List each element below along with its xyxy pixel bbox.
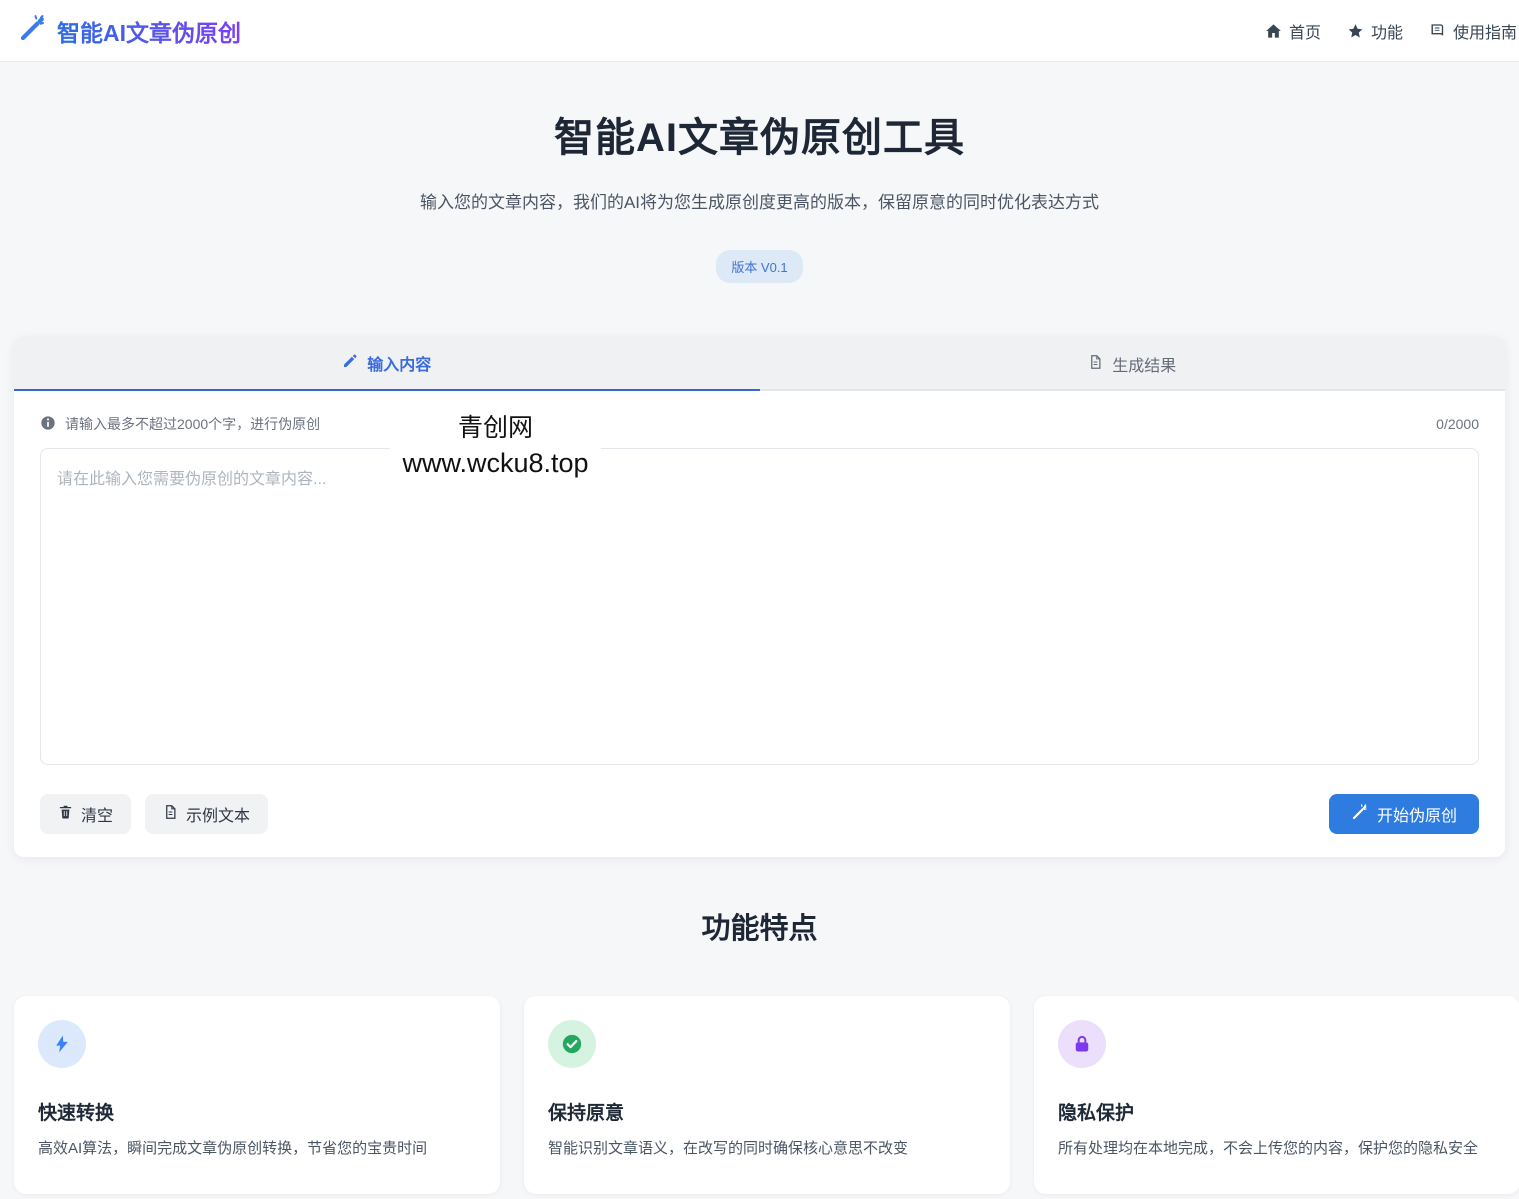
nav-item-label: 功能 <box>1370 24 1403 42</box>
feature-card-keep-meaning: 保持原意 智能识别文章语义，在改写的同时确保核心意思不改变 <box>524 996 1010 1194</box>
feature-description: 智能识别文章语义，在改写的同时确保核心意思不改变 <box>548 1140 909 1157</box>
input-hint: 请输入最多不超过2000个字，进行伪原创 <box>65 416 321 432</box>
home-icon <box>1265 23 1282 39</box>
page-subtitle: 输入您的文章内容，我们的AI将为您生成原创度更高的版本，保留原意的同时优化表达方… <box>419 193 1100 212</box>
start-rewrite-button-label: 开始伪原创 <box>1376 808 1457 825</box>
hero-section: 智能AI文章伪原创工具 输入您的文章内容，我们的AI将为您生成原创度更高的版本，… <box>0 62 1519 283</box>
article-input[interactable] <box>40 448 1479 765</box>
feature-description: 所有处理均在本地完成，不会上传您的内容，保护您的隐私安全 <box>1058 1140 1479 1157</box>
magic-wand-icon <box>1351 803 1369 826</box>
book-icon <box>1429 23 1446 39</box>
document-icon <box>1088 354 1103 375</box>
tab-input-content[interactable]: 输入内容 <box>14 337 760 391</box>
features-section: 功能特点 快速转换 高效AI算法，瞬间完成文章伪原创转换，节省您的宝贵时间 保持… <box>0 905 1519 1194</box>
watermark-site-name: 青创网 <box>457 414 533 442</box>
nav-item-home[interactable]: 首页 <box>1265 19 1321 43</box>
watermark-overlay: 青创网 www.wcku8.top <box>390 400 601 487</box>
file-text-icon <box>163 804 178 825</box>
magic-wand-icon <box>18 13 48 48</box>
info-icon <box>40 415 56 434</box>
sample-text-button[interactable]: 示例文本 <box>145 794 269 834</box>
clear-button-label: 清空 <box>81 808 114 825</box>
feature-description: 高效AI算法，瞬间完成文章伪原创转换，节省您的宝贵时间 <box>38 1140 428 1157</box>
check-circle-icon <box>548 1020 596 1068</box>
lightning-icon <box>38 1020 86 1068</box>
tab-bar: 输入内容 生成结果 <box>14 337 1505 391</box>
pencil-icon <box>342 353 358 374</box>
version-badge: 版本 V0.1 <box>716 250 803 283</box>
start-rewrite-button[interactable]: 开始伪原创 <box>1328 794 1479 834</box>
brand-title: 智能AI文章伪原创 <box>57 14 241 48</box>
navbar: 智能AI文章伪原创 首页 功能 使用指南 <box>0 0 1519 62</box>
brand-logo[interactable]: 智能AI文章伪原创 <box>18 13 241 48</box>
nav-item-features[interactable]: 功能 <box>1347 19 1403 43</box>
page-title: 智能AI文章伪原创工具 <box>554 116 965 160</box>
features-heading: 功能特点 <box>701 913 818 945</box>
feature-card-fast-convert: 快速转换 高效AI算法，瞬间完成文章伪原创转换，节省您的宝贵时间 <box>14 996 500 1194</box>
feature-title: 保持原意 <box>548 1103 625 1124</box>
sample-text-button-label: 示例文本 <box>186 808 251 825</box>
star-icon <box>1347 23 1364 39</box>
tab-generated-result[interactable]: 生成结果 <box>760 337 1506 391</box>
feature-title: 隐私保护 <box>1058 1103 1135 1124</box>
tab-label: 输入内容 <box>367 357 432 374</box>
feature-card-privacy: 隐私保护 所有处理均在本地完成，不会上传您的内容，保护您的隐私安全 <box>1034 996 1519 1194</box>
nav-item-guide[interactable]: 使用指南 <box>1429 19 1517 43</box>
watermark-site-url: www.wcku8.top <box>402 448 589 478</box>
char-counter: 0/2000 <box>1436 416 1479 432</box>
editor-card: 输入内容 生成结果 请输入最多不超过2000个字，进行伪原创 0/2000 请在… <box>14 337 1505 857</box>
tab-label: 生成结果 <box>1112 358 1177 375</box>
nav-item-label: 首页 <box>1288 24 1321 42</box>
trash-icon <box>58 804 73 825</box>
nav-links: 首页 功能 使用指南 <box>1265 19 1517 43</box>
lock-icon <box>1058 1020 1106 1068</box>
nav-item-label: 使用指南 <box>1452 24 1517 42</box>
feature-title: 快速转换 <box>38 1103 115 1124</box>
clear-button[interactable]: 清空 <box>40 794 132 834</box>
